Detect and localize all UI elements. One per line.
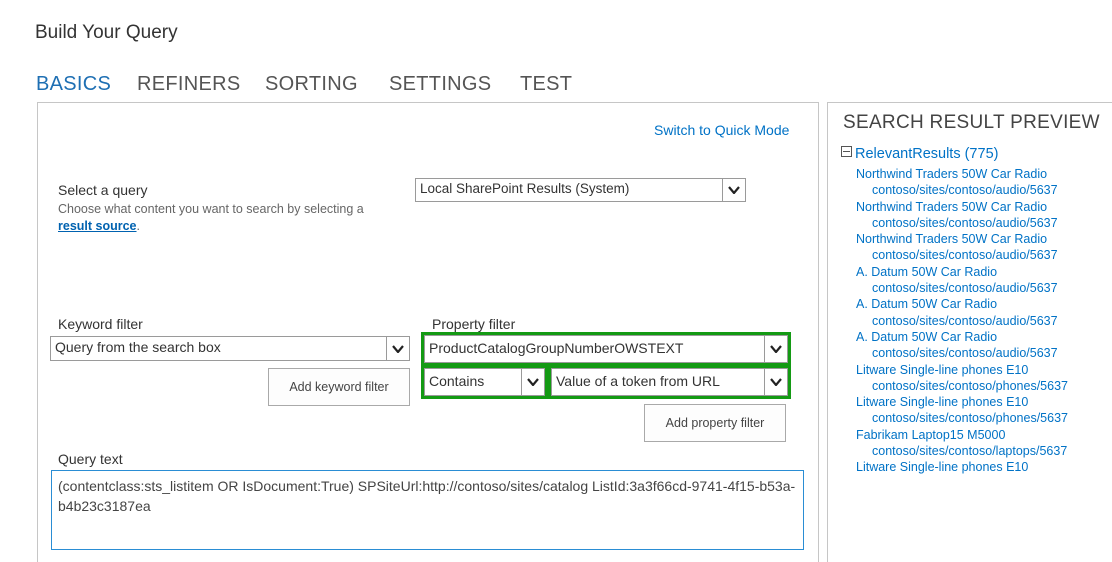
tab-refiners[interactable]: REFINERS: [137, 73, 241, 96]
result-title-link[interactable]: Litware Single-line phones E10: [841, 394, 1068, 410]
property-name-value: ProductCatalogGroupNumberOWSTEXT: [429, 340, 684, 356]
result-url-link[interactable]: contoso/sites/contoso/audio/5637: [841, 345, 1068, 361]
result-url-link[interactable]: contoso/sites/contoso/audio/5637: [841, 247, 1068, 263]
result-url-link[interactable]: contoso/sites/contoso/laptops/5637: [841, 443, 1068, 459]
collapse-icon[interactable]: [841, 146, 852, 157]
switch-to-quick-mode-link[interactable]: Switch to Quick Mode: [654, 122, 789, 138]
preview-header: SEARCH RESULT PREVIEW: [843, 112, 1100, 133]
result-list: Northwind Traders 50W Car Radio contoso/s…: [841, 166, 1068, 476]
tab-basics[interactable]: BASICS: [36, 73, 111, 96]
result-url-link[interactable]: contoso/sites/contoso/audio/5637: [841, 182, 1068, 198]
add-property-filter-button[interactable]: Add property filter: [644, 404, 786, 442]
result-title-link[interactable]: Litware Single-line phones E10: [841, 459, 1068, 475]
operator-select[interactable]: Contains: [421, 365, 548, 399]
result-title-link[interactable]: A. Datum 50W Car Radio: [841, 329, 1068, 345]
result-title-link[interactable]: A. Datum 50W Car Radio: [841, 264, 1068, 280]
keyword-filter-select[interactable]: Query from the search box: [50, 336, 410, 361]
result-title-link[interactable]: Northwind Traders 50W Car Radio: [841, 231, 1068, 247]
query-source-select[interactable]: Local SharePoint Results (System): [415, 178, 746, 202]
keyword-filter-value: Query from the search box: [55, 339, 221, 355]
description-suffix: .: [136, 219, 140, 233]
keyword-filter-label: Keyword filter: [58, 316, 143, 332]
property-filter-label: Property filter: [432, 316, 516, 332]
result-title-link[interactable]: A. Datum 50W Car Radio: [841, 296, 1068, 312]
result-title-link[interactable]: Fabrikam Laptop15 M5000: [841, 427, 1068, 443]
result-url-link[interactable]: contoso/sites/contoso/phones/5637: [841, 410, 1068, 426]
operator-value: Contains: [429, 373, 485, 389]
result-group[interactable]: RelevantResults (775): [841, 146, 998, 162]
result-url-link[interactable]: contoso/sites/contoso/audio/5637: [841, 313, 1068, 329]
tab-settings[interactable]: SETTINGS: [389, 73, 491, 96]
value-source-value: Value of a token from URL: [556, 373, 720, 389]
select-query-description: Choose what content you want to search b…: [58, 201, 388, 235]
result-group-label: RelevantResults (775): [855, 146, 999, 162]
value-source-select[interactable]: Value of a token from URL: [548, 365, 791, 399]
chevron-down-icon: [521, 369, 544, 395]
result-source-link[interactable]: result source: [58, 219, 137, 233]
result-title-link[interactable]: Northwind Traders 50W Car Radio: [841, 199, 1068, 215]
query-text-input[interactable]: (contentclass:sts_listitem OR IsDocument…: [51, 470, 804, 550]
search-result-preview-panel: SEARCH RESULT PREVIEW RelevantResults (7…: [827, 102, 1112, 562]
chevron-down-icon: [764, 336, 787, 362]
chevron-down-icon: [722, 179, 745, 201]
chevron-down-icon: [764, 369, 787, 395]
dialog-title: Build Your Query: [35, 22, 178, 43]
result-title-link[interactable]: Northwind Traders 50W Car Radio: [841, 166, 1068, 182]
result-title-link[interactable]: Litware Single-line phones E10: [841, 362, 1068, 378]
result-url-link[interactable]: contoso/sites/contoso/audio/5637: [841, 215, 1068, 231]
tab-sorting[interactable]: SORTING: [265, 73, 358, 96]
query-source-value: Local SharePoint Results (System): [420, 181, 630, 196]
query-text-label: Query text: [58, 451, 123, 467]
description-text: Choose what content you want to search b…: [58, 202, 364, 216]
chevron-down-icon: [386, 337, 409, 360]
select-query-label: Select a query: [58, 182, 148, 198]
add-keyword-filter-button[interactable]: Add keyword filter: [268, 368, 410, 406]
result-url-link[interactable]: contoso/sites/contoso/audio/5637: [841, 280, 1068, 296]
tab-test[interactable]: TEST: [520, 73, 572, 96]
property-name-select[interactable]: ProductCatalogGroupNumberOWSTEXT: [421, 332, 791, 366]
result-url-link[interactable]: contoso/sites/contoso/phones/5637: [841, 378, 1068, 394]
